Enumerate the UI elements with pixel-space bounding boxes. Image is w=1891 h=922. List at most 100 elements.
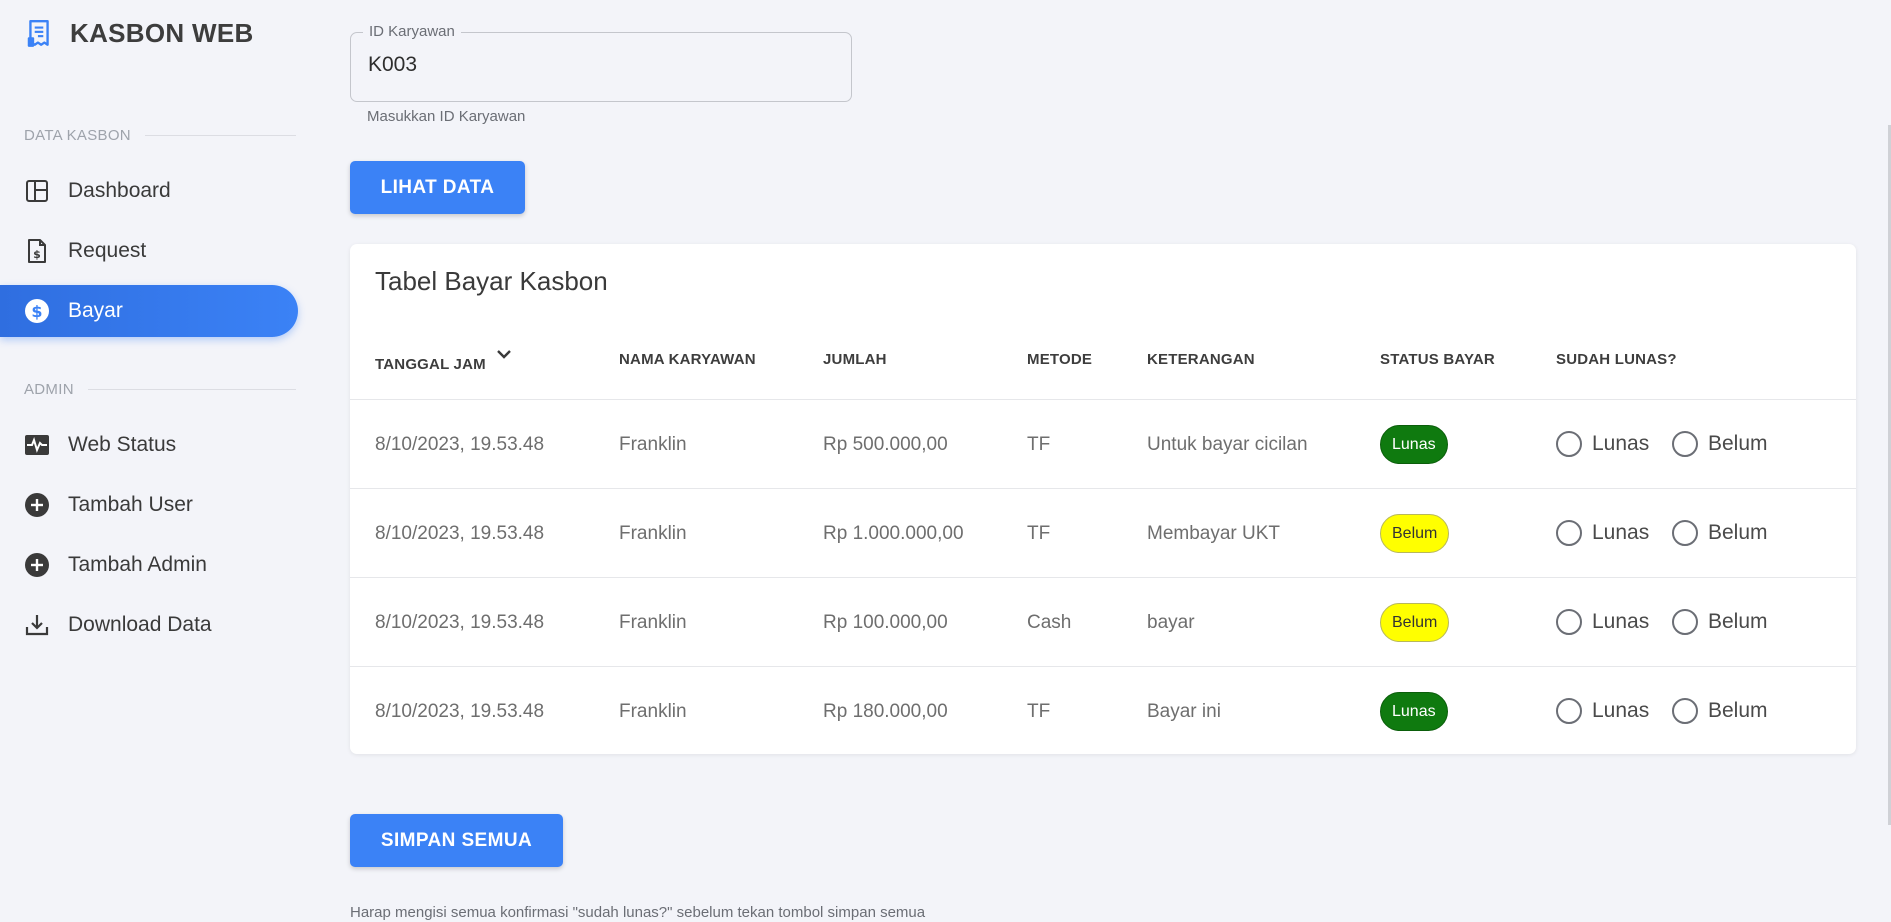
download-icon: [24, 612, 50, 638]
radio-circle[interactable]: [1672, 431, 1698, 457]
document-dollar-icon: $: [24, 238, 50, 264]
header-nama-karyawan: NAMA KARYAWAN: [619, 351, 756, 368]
status-badge: Belum: [1380, 514, 1450, 553]
cell-tanggal: 8/10/2023, 19.53.48: [375, 434, 545, 455]
cell-jumlah: Rp 180.000,00: [823, 701, 948, 722]
cell-keterangan: bayar: [1147, 612, 1195, 633]
receipt-icon: [27, 19, 49, 47]
divider: [144, 135, 296, 136]
radio-label: Lunas: [1592, 432, 1650, 455]
header-tanggal-jam[interactable]: TANGGAL JAM: [375, 356, 486, 373]
table-title: Tabel Bayar Kasbon: [375, 266, 608, 296]
dollar-circle-icon: $: [24, 298, 50, 324]
cell-nama: Franklin: [619, 523, 687, 544]
sidebar-item-tambah-user[interactable]: Tambah User: [0, 479, 298, 531]
radio-label: Lunas: [1592, 610, 1650, 633]
cell-keterangan: Membayar UKT: [1147, 523, 1281, 544]
radio-belum[interactable]: Belum: [1672, 431, 1768, 457]
svg-text:$: $: [33, 248, 41, 261]
id-karyawan-helper: Masukkan ID Karyawan: [367, 108, 526, 125]
section-title: DATA KASBON: [24, 127, 131, 144]
radio-lunas[interactable]: Lunas: [1556, 520, 1649, 546]
svg-text:$: $: [31, 302, 42, 321]
sidebar-item-label: Request: [68, 239, 147, 262]
table-row: 8/10/2023, 19.53.48 Franklin Rp 500.000,…: [350, 399, 1856, 488]
chevron-down-icon[interactable]: [495, 348, 513, 362]
sidebar-item-label: Bayar: [68, 299, 123, 322]
radio-label: Belum: [1708, 521, 1768, 544]
cell-metode: TF: [1027, 701, 1051, 722]
cell-metode: Cash: [1027, 612, 1072, 633]
lihat-data-button[interactable]: LIHAT DATA: [350, 161, 525, 214]
cell-nama: Franklin: [619, 434, 687, 455]
cell-jumlah: Rp 1.000.000,00: [823, 523, 964, 544]
radio-lunas[interactable]: Lunas: [1556, 609, 1649, 635]
sidebar-item-label: Dashboard: [68, 179, 171, 202]
table-row: 8/10/2023, 19.53.48 Franklin Rp 1.000.00…: [350, 488, 1856, 577]
sidebar-item-label: Web Status: [68, 433, 177, 456]
brand-name: KASBON WEB: [70, 18, 254, 48]
sidebar-item-dashboard[interactable]: Dashboard: [0, 165, 298, 217]
status-badge: Lunas: [1380, 692, 1448, 731]
cell-tanggal: 8/10/2023, 19.53.48: [375, 523, 545, 544]
status-badge: Lunas: [1380, 425, 1448, 464]
radio-circle[interactable]: [1556, 609, 1582, 635]
plus-circle-icon: [24, 492, 50, 518]
header-sudah-lunas: SUDAH LUNAS?: [1556, 351, 1677, 368]
sidebar-item-bayar[interactable]: $ Bayar: [0, 285, 298, 337]
sidebar-item-tambah-admin[interactable]: Tambah Admin: [0, 539, 298, 591]
bayar-kasbon-card: Tabel Bayar Kasbon TANGGAL JAM NAMA KARY…: [350, 244, 1856, 754]
sidebar-item-web-status[interactable]: Web Status: [0, 419, 298, 471]
brand[interactable]: KASBON WEB: [26, 18, 254, 49]
sidebar-item-request[interactable]: $ Request: [0, 225, 298, 277]
header-status-bayar: STATUS BAYAR: [1380, 351, 1495, 368]
radio-lunas[interactable]: Lunas: [1556, 431, 1649, 457]
dashboard-icon: [24, 178, 50, 204]
radio-belum[interactable]: Belum: [1672, 520, 1768, 546]
cell-tanggal: 8/10/2023, 19.53.48: [375, 612, 545, 633]
radio-lunas[interactable]: Lunas: [1556, 698, 1649, 724]
sidebar-item-download-data[interactable]: Download Data: [0, 599, 298, 651]
radio-circle[interactable]: [1672, 698, 1698, 724]
status-badge: Belum: [1380, 603, 1450, 642]
cell-nama: Franklin: [619, 612, 687, 633]
table-row: 8/10/2023, 19.53.48 Franklin Rp 100.000,…: [350, 577, 1856, 666]
radio-belum[interactable]: Belum: [1672, 609, 1768, 635]
radio-circle[interactable]: [1672, 609, 1698, 635]
radio-label: Belum: [1708, 699, 1768, 722]
radio-circle[interactable]: [1556, 698, 1582, 724]
radio-belum[interactable]: Belum: [1672, 698, 1768, 724]
table-row: 8/10/2023, 19.53.48 Franklin Rp 180.000,…: [350, 666, 1856, 755]
section-title: ADMIN: [24, 381, 74, 398]
section-label-data-kasbon: DATA KASBON: [24, 127, 296, 144]
cell-tanggal: 8/10/2023, 19.53.48: [375, 701, 545, 722]
radio-circle[interactable]: [1556, 520, 1582, 546]
header-metode: METODE: [1027, 351, 1093, 368]
sidebar-item-label: Tambah User: [68, 493, 193, 516]
divider: [87, 389, 296, 390]
radio-circle[interactable]: [1672, 520, 1698, 546]
simpan-semua-button[interactable]: SIMPAN SEMUA: [350, 814, 563, 867]
section-label-admin: ADMIN: [24, 381, 296, 398]
radio-label: Belum: [1708, 610, 1768, 633]
radio-label: Belum: [1708, 432, 1768, 455]
sidebar-item-label: Tambah Admin: [68, 553, 207, 576]
radio-label: Lunas: [1592, 699, 1650, 722]
pulse-icon: [24, 432, 50, 458]
radio-label: Lunas: [1592, 521, 1650, 544]
sidebar-item-label: Download Data: [68, 613, 212, 636]
radio-circle[interactable]: [1556, 431, 1582, 457]
id-karyawan-input[interactable]: [368, 53, 838, 77]
header-keterangan: KETERANGAN: [1147, 351, 1255, 368]
cell-metode: TF: [1027, 434, 1051, 455]
cell-nama: Franklin: [619, 701, 687, 722]
cell-keterangan: Untuk bayar cicilan: [1147, 434, 1308, 455]
footer-note: Harap mengisi semua konfirmasi "sudah lu…: [350, 904, 926, 921]
id-karyawan-field[interactable]: ID Karyawan: [350, 23, 852, 102]
plus-circle-icon: [24, 552, 50, 578]
cell-jumlah: Rp 500.000,00: [823, 434, 948, 455]
sidebar: KASBON WEB DATA KASBON Dashboard $ Reque…: [0, 0, 300, 922]
cell-jumlah: Rp 100.000,00: [823, 612, 948, 633]
cell-keterangan: Bayar ini: [1147, 701, 1221, 722]
id-karyawan-label: ID Karyawan: [363, 23, 461, 40]
